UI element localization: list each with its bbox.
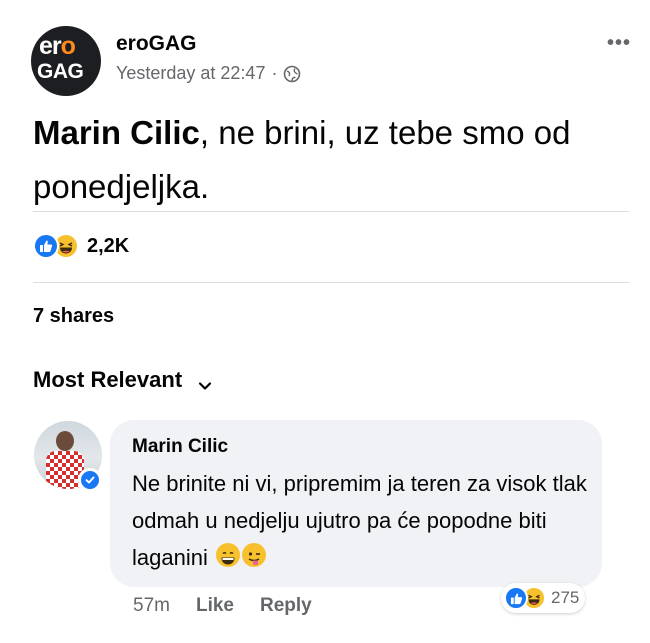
comment-bubble: Marin Cilic Ne brinite ni vi, pripremim …	[110, 420, 602, 587]
comment-author[interactable]: Marin Cilic	[132, 436, 228, 458]
winking-face-with-tongue-icon	[241, 543, 266, 567]
verified-badge-icon	[78, 468, 102, 492]
avatar-logo-line2: GAG	[37, 60, 84, 83]
post-header: ero GAG eroGAG Yesterday at 22:47 · •••	[31, 26, 631, 96]
more-options-icon[interactable]: •••	[607, 32, 631, 55]
post-text: Marin Cilic, ne brini, uz tebe smo od po…	[33, 106, 623, 214]
divider	[33, 211, 629, 212]
shares-count[interactable]: 7 shares	[33, 305, 114, 328]
like-reaction-icon	[504, 586, 528, 610]
post-mention[interactable]: Marin Cilic	[33, 114, 200, 151]
post-meta: Yesterday at 22:47 ·	[116, 63, 301, 84]
avatar-logo-line1: ero	[39, 32, 76, 60]
page-name[interactable]: eroGAG	[116, 32, 197, 56]
grinning-face-icon	[215, 543, 240, 567]
comment-actions: 57m Like Reply	[133, 595, 312, 617]
comment-text: Ne brinite ni vi, pripremim ja teren za …	[132, 465, 592, 576]
post-timestamp[interactable]: Yesterday at 22:47	[116, 63, 265, 84]
comment-body: Ne brinite ni vi, pripremim ja teren za …	[132, 471, 587, 570]
reaction-count: 2,2K	[87, 234, 130, 257]
sort-label: Most Relevant	[33, 367, 183, 392]
chevron-down-icon	[198, 373, 212, 390]
comment-time[interactable]: 57m	[133, 595, 170, 617]
reply-button[interactable]: Reply	[260, 595, 312, 617]
divider	[33, 282, 629, 283]
avatar-head	[56, 431, 74, 451]
comment-reaction-count: 275	[551, 588, 580, 607]
page-avatar[interactable]: ero GAG	[31, 26, 101, 96]
like-reaction-icon	[33, 233, 59, 259]
like-button[interactable]: Like	[196, 595, 234, 617]
comment-sort-dropdown[interactable]: Most Relevant	[33, 367, 212, 393]
meta-separator: ·	[271, 63, 278, 83]
comment-reaction-summary[interactable]: 275	[501, 583, 586, 613]
reaction-summary[interactable]: 2,2K	[33, 231, 129, 261]
globe-icon	[283, 65, 301, 83]
